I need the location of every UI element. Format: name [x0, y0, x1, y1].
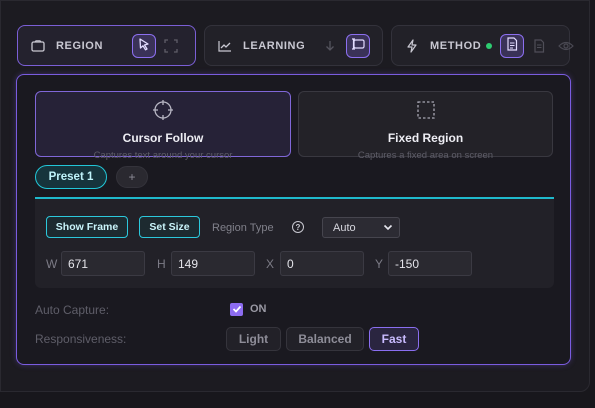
responsiveness-balanced[interactable]: Balanced — [286, 327, 364, 351]
tab-learning[interactable]: LEARNING — [204, 25, 383, 66]
height-label: H — [157, 257, 166, 271]
document-faded-icon[interactable] — [531, 38, 547, 54]
mode-cursor-follow[interactable]: Cursor Follow Captures text around your … — [35, 91, 291, 161]
crosshair-icon — [153, 100, 173, 125]
mode-title: Fixed Region — [387, 131, 464, 145]
cursor-arrow-icon — [137, 37, 151, 56]
responsiveness-fast[interactable]: Fast — [369, 327, 419, 351]
height-input[interactable]: 149 — [171, 251, 255, 276]
status-dot — [486, 43, 492, 49]
cursor-mode-button[interactable] — [132, 34, 156, 58]
bolt-icon — [404, 38, 420, 54]
region-panel: Cursor Follow Captures text around your … — [16, 74, 571, 365]
preset-tab[interactable]: Preset 1 — [35, 165, 107, 189]
region-type-select[interactable]: Auto — [322, 217, 400, 238]
square-icon — [30, 38, 46, 54]
set-size-button[interactable]: Set Size — [139, 216, 200, 238]
width-label: W — [46, 257, 58, 271]
eye-icon[interactable] — [558, 38, 574, 54]
region-type-value: Auto — [333, 221, 356, 234]
show-frame-button[interactable]: Show Frame — [46, 216, 128, 238]
y-input[interactable]: -150 — [388, 251, 472, 276]
add-preset-button[interactable]: + — [116, 166, 148, 188]
fullscreen-icon[interactable] — [163, 38, 179, 54]
width-input[interactable]: 671 — [61, 251, 145, 276]
tab-method-label: METHOD — [430, 39, 482, 52]
mode-title: Cursor Follow — [122, 131, 204, 145]
responsiveness-light[interactable]: Light — [226, 327, 281, 351]
x-label: X — [266, 257, 275, 271]
checkmark-icon — [232, 301, 242, 319]
text-cursor-icon — [350, 37, 366, 56]
chart-line-icon — [217, 38, 233, 54]
x-input[interactable]: 0 — [280, 251, 364, 276]
tab-learning-label: LEARNING — [243, 39, 306, 52]
document-button[interactable] — [500, 34, 524, 58]
auto-capture-checkbox[interactable] — [230, 303, 243, 316]
help-icon[interactable]: ? — [292, 221, 304, 233]
tab-method[interactable]: METHOD — [391, 25, 574, 66]
mode-subtitle: Captures a fixed area on screen — [357, 150, 494, 161]
auto-capture-state: ON — [250, 303, 267, 315]
responsiveness-label: Responsiveness: — [35, 332, 127, 346]
arrow-down-icon[interactable] — [322, 38, 338, 54]
app-window: REGION LEARNING METHOD Cursor Follow Cap… — [0, 0, 590, 392]
region-settings: Show Frame Set Size Region Type ? Auto W… — [35, 199, 554, 288]
mode-fixed-region[interactable]: Fixed Region Captures a fixed area on sc… — [298, 91, 553, 161]
dashed-square-icon — [416, 100, 436, 125]
chevron-down-icon — [383, 222, 393, 235]
y-label: Y — [375, 257, 384, 271]
auto-capture-label: Auto Capture: — [35, 303, 110, 317]
text-cursor-button[interactable] — [346, 34, 370, 58]
tab-region[interactable]: REGION — [17, 25, 196, 66]
mode-subtitle: Captures text around your cursor — [93, 150, 233, 161]
region-type-label: Region Type — [212, 222, 274, 234]
document-icon — [506, 36, 518, 56]
tab-region-label: REGION — [56, 39, 103, 52]
